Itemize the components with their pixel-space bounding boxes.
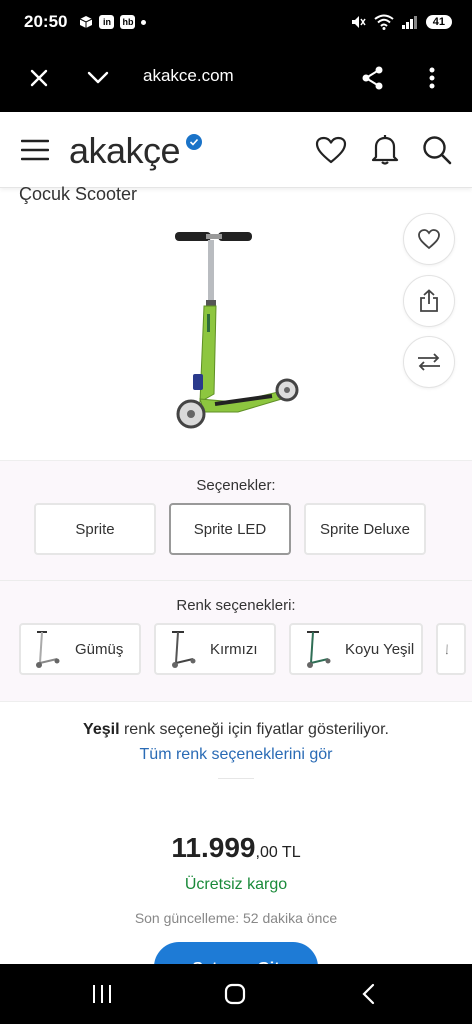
option-sprite-led[interactable]: Sprite LED (169, 503, 291, 555)
selected-color: Yeşil (83, 721, 120, 738)
cube-icon (80, 16, 93, 28)
battery-icon: 41 (425, 15, 452, 29)
wifi-icon (374, 14, 394, 30)
divider (218, 778, 254, 779)
all-colors-link-wrap: Tüm renk seçeneklerini gör (0, 746, 472, 764)
share-box-icon (420, 289, 438, 312)
linkedin-icon: in (99, 15, 115, 29)
price-fraction: ,00 TL (255, 844, 301, 861)
notification-dot (141, 19, 147, 25)
options-label: Seçenekler: (196, 477, 276, 494)
product-image[interactable] (160, 224, 320, 436)
price: 11.999,00 TL (0, 832, 472, 864)
divider (0, 580, 472, 581)
scooter-thumb-partial (446, 644, 448, 655)
color-price-note: Yeşil renk seçeneği için fiyatlar göster… (0, 721, 472, 739)
color-option-dark-green[interactable]: Koyu Yeşil (289, 623, 423, 675)
chevron-down-icon[interactable] (81, 61, 115, 95)
share-button[interactable] (403, 275, 455, 327)
home-icon[interactable] (219, 979, 251, 1009)
search-icon[interactable] (419, 132, 455, 168)
site-header: akakçe (0, 112, 472, 188)
status-bar: 20:50 in hb 41 (0, 0, 472, 44)
favorite-button[interactable] (403, 213, 455, 265)
heart-icon[interactable] (313, 132, 349, 168)
recent-apps-icon[interactable] (86, 979, 118, 1009)
compare-button[interactable] (403, 336, 455, 388)
back-icon[interactable] (352, 979, 384, 1009)
color-option-silver[interactable]: Gümüş (19, 623, 141, 675)
color-option-red[interactable]: Kırmızı (154, 623, 276, 675)
price-main: 11.999 (171, 832, 256, 863)
bell-icon[interactable] (367, 132, 403, 168)
note-text: renk seçeneği için fiyatlar gösteriliyor… (119, 721, 389, 738)
signal-icon (401, 16, 417, 29)
more-vert-icon[interactable] (415, 61, 449, 95)
color-options-label: Renk seçenekleri: (176, 597, 296, 614)
system-nav-bar (0, 964, 472, 1024)
share-icon[interactable] (356, 61, 390, 95)
menu-icon[interactable] (17, 132, 53, 168)
url-text[interactable]: akakce.com (143, 66, 234, 86)
color-label: Kırmızı (210, 640, 258, 658)
free-shipping-text: Ücretsiz kargo (184, 876, 288, 893)
heart-outline-icon (418, 229, 440, 250)
clock: 20:50 (24, 12, 68, 31)
site-logo[interactable]: akakçe (69, 130, 181, 172)
scooter-thumb-dark-green (307, 631, 331, 668)
product-title: Çocuk Scooter (19, 184, 138, 204)
option-sprite-deluxe[interactable]: Sprite Deluxe (304, 503, 426, 555)
scooter-thumb-silver (36, 631, 60, 668)
color-label: Koyu Yeşil (345, 640, 415, 658)
color-option-more[interactable] (436, 623, 466, 675)
option-sprite[interactable]: Sprite (34, 503, 156, 555)
browser-toolbar: akakce.com (0, 44, 472, 112)
mute-icon (351, 16, 366, 28)
hb-icon: hb (120, 15, 136, 29)
scooter-thumb-red (172, 631, 196, 668)
options-section: Seçenekler: Sprite Sprite LED Sprite Del… (0, 460, 472, 702)
close-icon[interactable] (22, 61, 56, 95)
last-updated-text: Son güncelleme: 52 dakika önce (134, 910, 338, 926)
verified-check-icon (186, 134, 202, 150)
compare-arrows-icon (418, 353, 440, 371)
color-label: Gümüş (75, 640, 124, 658)
all-colors-link[interactable]: Tüm renk seçeneklerini gör (140, 746, 333, 763)
